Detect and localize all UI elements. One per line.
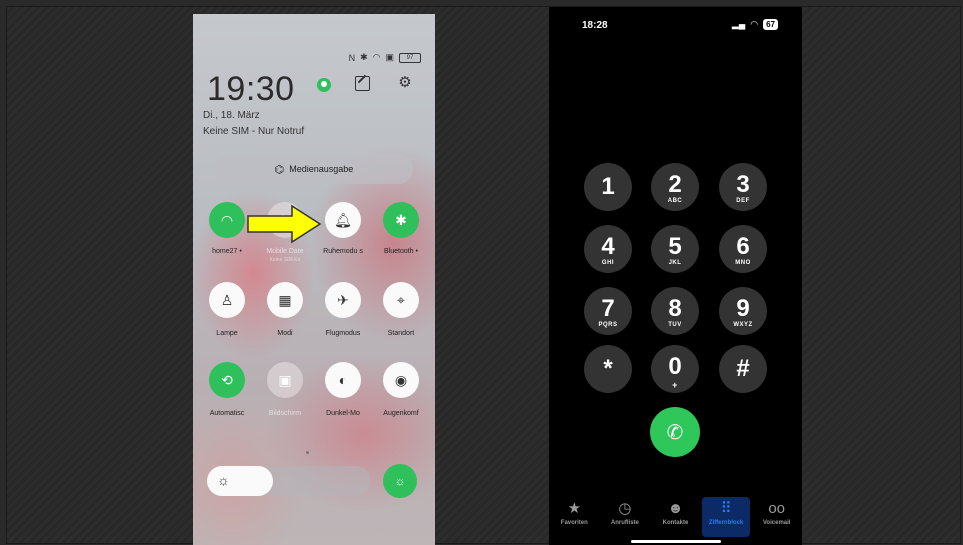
wifi-icon: ◠ bbox=[220, 211, 234, 228]
eye-comfort-icon: ◉ bbox=[394, 371, 408, 388]
flashlight-tile-label: Lampe bbox=[216, 330, 238, 337]
clock-icon: ◷ bbox=[618, 500, 632, 517]
tab-recents[interactable]: ◷ Anrufliste bbox=[601, 497, 649, 537]
key-0[interactable]: 0 + bbox=[651, 345, 699, 393]
media-output-icon: ⌬ bbox=[274, 163, 285, 176]
screen-record-icon: ▣ bbox=[278, 371, 292, 388]
media-output-label: Medienausgabe bbox=[289, 164, 354, 174]
background-stage bbox=[6, 6, 961, 544]
key-9[interactable]: 9 WXYZ bbox=[719, 287, 767, 335]
call-button[interactable]: ✆ bbox=[650, 407, 700, 457]
keypad-icon: ⠿ bbox=[720, 500, 732, 517]
bluetooth-tile-label: Bluetooth • bbox=[384, 248, 418, 255]
key-4[interactable]: 4 GHI bbox=[584, 225, 632, 273]
sun-icon: ☼ bbox=[217, 472, 230, 488]
bluetooth-icon: ✱ bbox=[360, 52, 368, 62]
modes-tile[interactable]: ▦ bbox=[267, 282, 303, 318]
bell-icon: 🔔︎ bbox=[334, 211, 352, 228]
battery-indicator: 67 bbox=[763, 19, 778, 30]
annotation-arrow bbox=[247, 204, 322, 244]
airplane-mode-tile-label: Flugmodus bbox=[325, 330, 361, 337]
flashlight-tile[interactable]: ♙ bbox=[209, 282, 245, 318]
battery-indicator: 97 bbox=[399, 52, 421, 63]
bluetooth-tile[interactable]: ✱ bbox=[383, 202, 419, 238]
mobile-data-tile-sub: Keine SIM-Ka bbox=[269, 257, 301, 263]
page-indicator bbox=[306, 451, 316, 454]
key-3[interactable]: 3 DEF bbox=[719, 163, 767, 211]
wifi-tile[interactable]: ◠ bbox=[209, 202, 245, 238]
mobile-data-tile-label: Mobile Date bbox=[266, 248, 304, 255]
ios-keypad-screen: 18:28 ▂▄ ◠ 67 1 2 ABC 3 DEF 4 GHI 5 JKL 6 MNO… bbox=[549, 7, 802, 545]
dark-mode-tile[interactable]: ◐ bbox=[325, 362, 361, 398]
silent-mode-tile[interactable]: 🔔︎ bbox=[325, 202, 361, 238]
android-status-bar: N ✱ ◠ ▣ 97 bbox=[349, 52, 421, 63]
key-8[interactable]: 8 TUV bbox=[651, 287, 699, 335]
signal-icon: ▂▄ bbox=[731, 19, 746, 29]
silent-mode-tile-label: Ruhemodu s bbox=[323, 248, 363, 255]
ios-status-time: 18:28 bbox=[582, 20, 608, 31]
date-label: Di., 18. März bbox=[203, 110, 260, 121]
flashlight-icon: ♙ bbox=[220, 291, 234, 308]
tab-contacts[interactable]: ☻ Kontakte bbox=[651, 497, 699, 537]
airplane-icon: ✈ bbox=[337, 291, 349, 308]
home-indicator[interactable] bbox=[631, 540, 721, 543]
eye-comfort-tile-label: Augenkomf bbox=[383, 410, 419, 417]
sim-status-label: Keine SIM - Nur Notruf bbox=[203, 126, 305, 137]
dark-mode-tile-label: Dunkel-Mo bbox=[326, 410, 360, 417]
tab-keypad[interactable]: ⠿ Ziffernblock bbox=[702, 497, 751, 537]
key-star[interactable]: * bbox=[584, 345, 632, 393]
key-6[interactable]: 6 MNO bbox=[719, 225, 767, 273]
key-1[interactable]: 1 bbox=[584, 163, 632, 211]
auto-rotate-tile-label: Automatisc bbox=[209, 410, 245, 417]
eye-comfort-tile[interactable]: ◉ bbox=[383, 362, 419, 398]
screen-record-tile[interactable]: ▣ bbox=[267, 362, 303, 398]
voicemail-icon: oo bbox=[768, 500, 786, 517]
screen-record-tile-label: Bildschirm bbox=[268, 410, 302, 417]
edit-icon[interactable] bbox=[355, 76, 370, 91]
key-7[interactable]: 7 PQRS bbox=[584, 287, 632, 335]
wifi-icon: ◠ bbox=[372, 52, 381, 62]
key-5[interactable]: 5 JKL bbox=[651, 225, 699, 273]
dark-mode-icon: ◐ bbox=[338, 372, 348, 388]
android-quick-settings-screen: N ✱ ◠ ▣ 97 19:30 ⚙ Di., 18. März Keine S… bbox=[193, 14, 435, 545]
location-icon: ⌖ bbox=[397, 291, 405, 308]
ios-tab-bar: ★ Favoriten ◷ Anrufliste ☻ Kontakte ⠿ Ziffer… bbox=[549, 497, 802, 537]
modes-icon: ▦ bbox=[278, 291, 292, 308]
airplane-mode-tile[interactable]: ✈ bbox=[325, 282, 361, 318]
auto-rotate-tile[interactable]: ⟲ bbox=[209, 362, 245, 398]
ios-status-bar: ▂▄ ◠ 67 bbox=[732, 19, 778, 30]
clock-time: 19:30 bbox=[207, 70, 295, 108]
tab-voicemail[interactable]: oo Voicemail bbox=[753, 497, 801, 537]
location-tile[interactable]: ⌖ bbox=[383, 282, 419, 318]
wifi-icon: ◠ bbox=[750, 19, 759, 29]
auto-brightness-button[interactable]: ☼ bbox=[383, 464, 417, 498]
user-icon[interactable] bbox=[317, 78, 331, 92]
bluetooth-icon: ✱ bbox=[395, 211, 407, 228]
key-2[interactable]: 2 ABC bbox=[651, 163, 699, 211]
auto-rotate-icon: ⟲ bbox=[221, 371, 233, 388]
star-icon: ★ bbox=[567, 500, 582, 517]
modes-tile-label: Modi bbox=[277, 330, 293, 337]
tab-favorites[interactable]: ★ Favoriten bbox=[550, 497, 598, 537]
wifi-tile-label: home27 • bbox=[212, 248, 242, 255]
phone-icon: ✆ bbox=[666, 421, 684, 444]
person-icon: ☻ bbox=[667, 500, 684, 517]
auto-brightness-icon: ☼ bbox=[394, 474, 406, 488]
key-hash[interactable]: # bbox=[719, 345, 767, 393]
settings-gear-icon[interactable]: ⚙ bbox=[397, 75, 413, 91]
sim-icon: ▣ bbox=[385, 52, 394, 62]
media-output-button[interactable]: ⌬ Medienausgabe bbox=[215, 154, 413, 184]
nfc-icon: N bbox=[348, 52, 356, 63]
location-tile-label: Standort bbox=[387, 330, 415, 337]
